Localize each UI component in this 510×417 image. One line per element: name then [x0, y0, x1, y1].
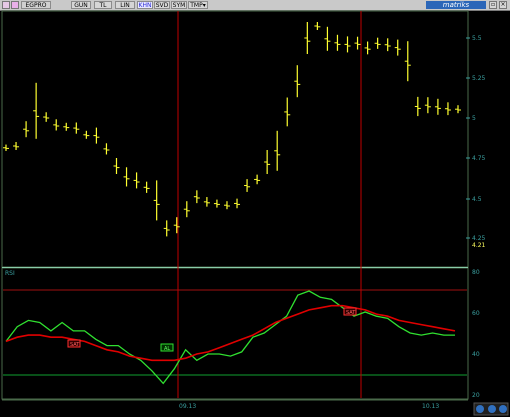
rsi-tick-label: 80	[472, 269, 480, 276]
price-bar	[354, 36, 361, 50]
price-bar	[43, 112, 50, 122]
signal-label: SAT	[346, 310, 356, 316]
price-tick-label: 5	[472, 115, 476, 122]
rsi-tick-label: 60	[472, 310, 480, 317]
price-bar	[284, 97, 291, 127]
price-bar	[183, 201, 190, 218]
price-bar	[404, 41, 411, 82]
price-tick-label: 5.5	[472, 35, 482, 42]
price-bar	[344, 36, 351, 53]
price-bar	[314, 22, 321, 30]
signal-marker[interactable]: SAT	[67, 339, 81, 348]
price-bar	[324, 26, 331, 51]
price-bar	[73, 122, 80, 134]
price-bar	[424, 97, 431, 114]
price-bar	[384, 38, 391, 52]
price-bar	[244, 179, 251, 192]
scroll-right-icon[interactable]	[499, 405, 507, 413]
price-bar	[23, 121, 30, 138]
rsi-tick-label: 40	[472, 351, 480, 358]
price-bar	[103, 143, 110, 155]
price-bar	[434, 98, 441, 115]
price-bar	[364, 41, 371, 55]
x-tick-label: 09.13	[179, 403, 196, 410]
rsi-panel-frame	[1, 267, 469, 400]
price-bar	[123, 167, 130, 187]
price-bar	[334, 34, 341, 51]
price-bar	[13, 142, 20, 150]
price-bar	[153, 180, 160, 221]
price-bar	[213, 199, 220, 208]
price-bar	[234, 198, 241, 209]
price-bar	[203, 197, 210, 207]
price-bar	[294, 65, 301, 98]
price-bar	[93, 127, 100, 144]
price-bar	[113, 158, 120, 174]
price-bar	[264, 150, 271, 174]
signal-label: SAT	[70, 342, 80, 348]
price-bar	[33, 82, 40, 139]
signal-label: AL	[164, 346, 170, 352]
price-bar	[163, 220, 170, 237]
price-series	[3, 22, 461, 237]
price-bar	[133, 172, 140, 189]
price-bar	[83, 130, 90, 139]
rsi-ma-line	[5, 304, 456, 362]
price-bar	[53, 119, 60, 131]
rsi-line	[5, 290, 455, 385]
chart-canvas[interactable]: 5.5 5.25 5 4.75 4.5 4.25 4.21 80 60 40 2…	[0, 0, 510, 417]
price-tick-label: 4.5	[472, 196, 482, 203]
signal-marker[interactable]: AL	[160, 343, 174, 352]
rsi-tick-label: 20	[472, 392, 480, 399]
price-bar	[63, 122, 70, 131]
price-bar	[193, 190, 200, 204]
zoom-icon[interactable]	[488, 405, 496, 413]
price-bar	[455, 105, 461, 114]
price-bar	[173, 217, 180, 234]
price-tick-label: 4.75	[472, 155, 486, 162]
price-bar	[394, 39, 401, 56]
signal-marker[interactable]: SAT	[343, 307, 357, 316]
rsi-series	[5, 290, 456, 385]
price-bar	[3, 144, 9, 151]
chart-window: EGPRO GUN TL LIN KHN SVD SYM TMP▾ matrik…	[0, 0, 510, 417]
rsi-title: RSI	[5, 270, 15, 277]
scroll-left-icon[interactable]	[476, 405, 484, 413]
price-bar	[444, 102, 451, 116]
price-bar	[414, 96, 421, 117]
price-tick-label: 4.25	[472, 235, 486, 242]
price-bar	[143, 181, 150, 193]
price-bar	[223, 201, 230, 210]
price-bar	[304, 22, 311, 54]
price-bar	[374, 37, 381, 49]
price-bar	[274, 130, 281, 171]
x-tick-label: 10.13	[422, 403, 439, 410]
last-price-label: 4.21	[472, 242, 486, 249]
price-bar	[254, 174, 261, 185]
price-tick-label: 5.25	[472, 75, 486, 82]
